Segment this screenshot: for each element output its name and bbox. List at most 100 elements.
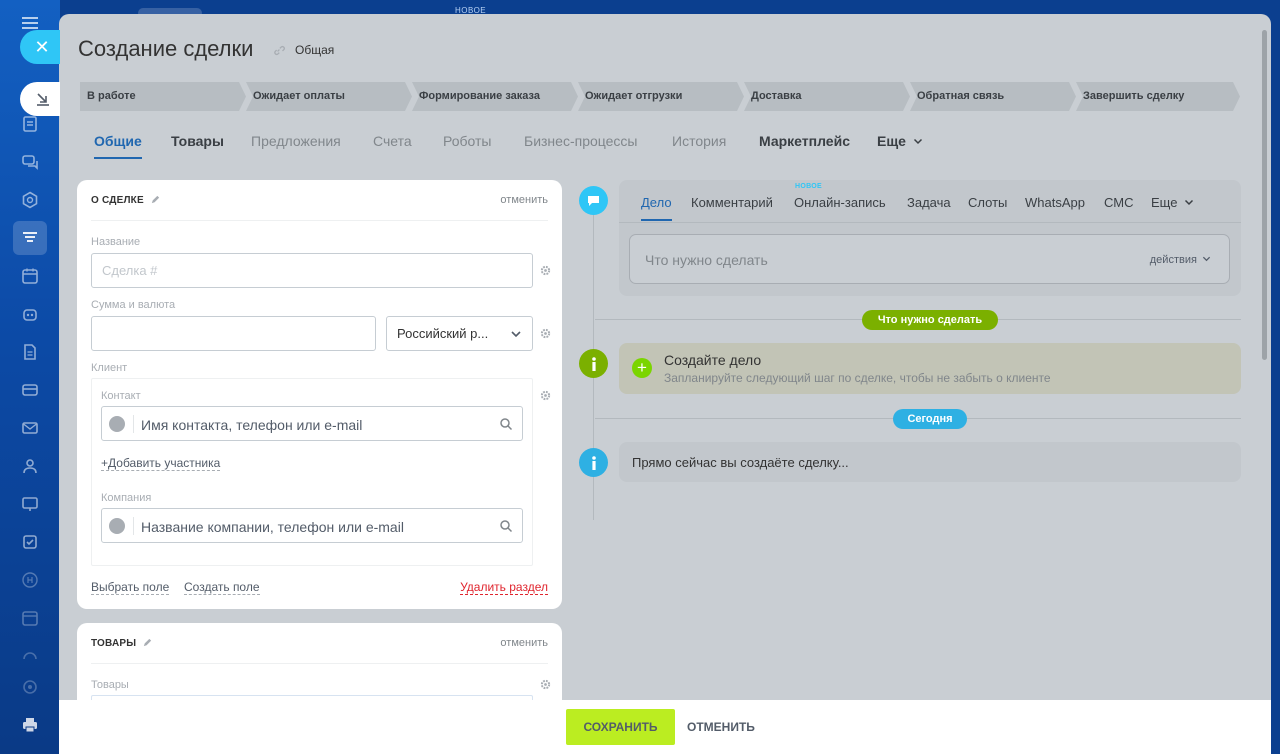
info-icon <box>591 455 596 470</box>
section-cancel-link[interactable]: отменить <box>500 637 548 649</box>
editor-tab-online-booking[interactable]: Онлайн-запись <box>794 195 886 210</box>
name-input[interactable] <box>91 253 533 288</box>
crm-funnel-icon[interactable] <box>21 229 39 247</box>
editor-divider <box>619 222 1241 223</box>
delete-section-link[interactable]: Удалить раздел <box>460 580 548 595</box>
footer-actions: СОХРАНИТЬ ОТМЕНИТЬ <box>59 700 1271 754</box>
section-cancel-link[interactable]: отменить <box>500 194 548 206</box>
search-icon[interactable] <box>499 417 513 431</box>
deal-category[interactable]: Общая <box>295 43 334 57</box>
stage-awaiting-shipment[interactable]: Ожидает отгрузки <box>578 82 744 111</box>
gear-icon[interactable] <box>540 265 551 276</box>
pencil-icon[interactable] <box>142 637 153 648</box>
page-title: Создание сделки <box>78 36 254 61</box>
tab-robots[interactable]: Роботы <box>443 133 491 149</box>
todo-pill: Что нужно сделать <box>862 310 998 330</box>
board-icon[interactable] <box>21 495 39 513</box>
tab-marketplace[interactable]: Маркетплейс <box>759 133 850 149</box>
deal-create-panel: Создание сделки Общая В работе Ожидает о… <box>59 14 1271 754</box>
company-placeholder: Название компании, телефон или e-mail <box>141 519 404 535</box>
mail-icon[interactable] <box>21 419 39 437</box>
printer-icon[interactable] <box>21 716 39 734</box>
checkbox-icon[interactable] <box>21 533 39 551</box>
minimize-slider-button[interactable] <box>20 82 60 116</box>
robot-icon[interactable] <box>21 305 39 323</box>
tab-products[interactable]: Товары <box>171 133 224 149</box>
add-participant-label: Добавить участника <box>108 456 221 470</box>
tab-more[interactable]: Еще <box>877 133 923 149</box>
timeline-comment-marker <box>579 186 608 215</box>
activity-placeholder: Что нужно сделать <box>645 252 768 268</box>
stage-finish-deal[interactable]: Завершить сделку <box>1076 82 1240 111</box>
tab-business-processes[interactable]: Бизнес-процессы <box>524 133 637 149</box>
currency-select[interactable]: Российский р... <box>386 316 533 351</box>
chat-icon[interactable] <box>21 153 39 171</box>
field-separator <box>133 517 134 535</box>
chevron-down-icon <box>913 138 922 145</box>
arc-icon[interactable] <box>21 647 39 665</box>
actions-label: действия <box>1149 254 1197 266</box>
gear-icon[interactable] <box>540 328 551 339</box>
section-title: О СДЕЛКЕ <box>91 195 144 206</box>
link-icon[interactable] <box>272 44 285 57</box>
plus-icon: + <box>637 358 647 377</box>
editor-tab-sms[interactable]: СМС <box>1104 195 1133 210</box>
stage-feedback[interactable]: Обратная связь <box>910 82 1076 111</box>
chevron-down-icon <box>1185 199 1194 206</box>
company-search-field[interactable]: Название компании, телефон или e-mail <box>101 508 523 543</box>
close-slider-button[interactable]: ✕ <box>20 30 60 64</box>
timeline-info-marker <box>579 349 608 378</box>
tab-quotes[interactable]: Предложения <box>251 133 341 149</box>
chevron-down-icon <box>511 331 521 338</box>
add-activity-button[interactable]: + <box>632 358 652 378</box>
tasks-icon[interactable] <box>21 115 39 133</box>
hexagon-icon[interactable] <box>21 191 39 209</box>
tab-general[interactable]: Общие <box>94 133 142 159</box>
editor-tab-comment[interactable]: Комментарий <box>691 195 773 210</box>
stage-delivery[interactable]: Доставка <box>744 82 910 111</box>
cancel-button[interactable]: ОТМЕНИТЬ <box>687 709 755 745</box>
creating-deal-text: Прямо сейчас вы создаёте сделку... <box>632 455 849 470</box>
contact-placeholder: Имя контакта, телефон или e-mail <box>141 417 363 433</box>
tab-history[interactable]: История <box>672 133 726 149</box>
document-icon[interactable] <box>21 343 39 361</box>
h-badge-icon[interactable] <box>21 571 39 589</box>
settings-icon[interactable] <box>21 678 39 696</box>
minimize-icon <box>37 93 49 106</box>
calendar-icon[interactable] <box>21 267 39 285</box>
actions-dropdown[interactable]: действия <box>1150 254 1211 266</box>
stage-awaiting-payment[interactable]: Ожидает оплаты <box>246 82 412 111</box>
products-label: Товары <box>91 679 129 691</box>
card-icon[interactable] <box>21 381 39 399</box>
gear-icon[interactable] <box>540 679 551 690</box>
choose-field-link[interactable]: Выбрать поле <box>91 580 170 595</box>
create-field-link[interactable]: Создать поле <box>184 580 260 595</box>
info-icon <box>591 356 596 371</box>
tab-invoices[interactable]: Счета <box>373 133 412 149</box>
editor-tab-activity[interactable]: Дело <box>641 195 672 221</box>
users-icon[interactable] <box>21 457 39 475</box>
todo-subtitle: Запланируйте следующий шаг по сделке, чт… <box>664 371 1051 385</box>
stage-order-forming[interactable]: Формирование заказа <box>412 82 578 111</box>
contact-search-field[interactable]: Имя контакта, телефон или e-mail <box>101 406 523 441</box>
pencil-icon[interactable] <box>150 194 161 205</box>
currency-value: Российский р... <box>397 326 489 341</box>
company-icon <box>109 518 125 534</box>
editor-tab-whatsapp[interactable]: WhatsApp <box>1025 195 1085 210</box>
sum-input[interactable] <box>91 316 376 351</box>
activity-input[interactable]: Что нужно сделать действия <box>629 234 1230 284</box>
editor-tab-slots[interactable]: Слоты <box>968 195 1007 210</box>
panel-scrollbar[interactable] <box>1262 30 1267 360</box>
search-icon[interactable] <box>499 519 513 533</box>
field-separator <box>133 415 134 433</box>
add-participant-link[interactable]: +Добавить участника <box>101 456 221 471</box>
person-icon <box>109 416 125 432</box>
schedule-icon[interactable] <box>21 609 39 627</box>
editor-tab-more[interactable]: Еще <box>1151 195 1194 210</box>
menu-icon[interactable] <box>22 17 38 29</box>
editor-tab-task[interactable]: Задача <box>907 195 951 210</box>
gear-icon[interactable] <box>540 390 551 401</box>
save-button[interactable]: СОХРАНИТЬ <box>566 709 675 745</box>
about-deal-card: О СДЕЛКЕ отменить Название Сумма и валют… <box>77 180 562 609</box>
stage-in-work[interactable]: В работе <box>80 82 246 111</box>
